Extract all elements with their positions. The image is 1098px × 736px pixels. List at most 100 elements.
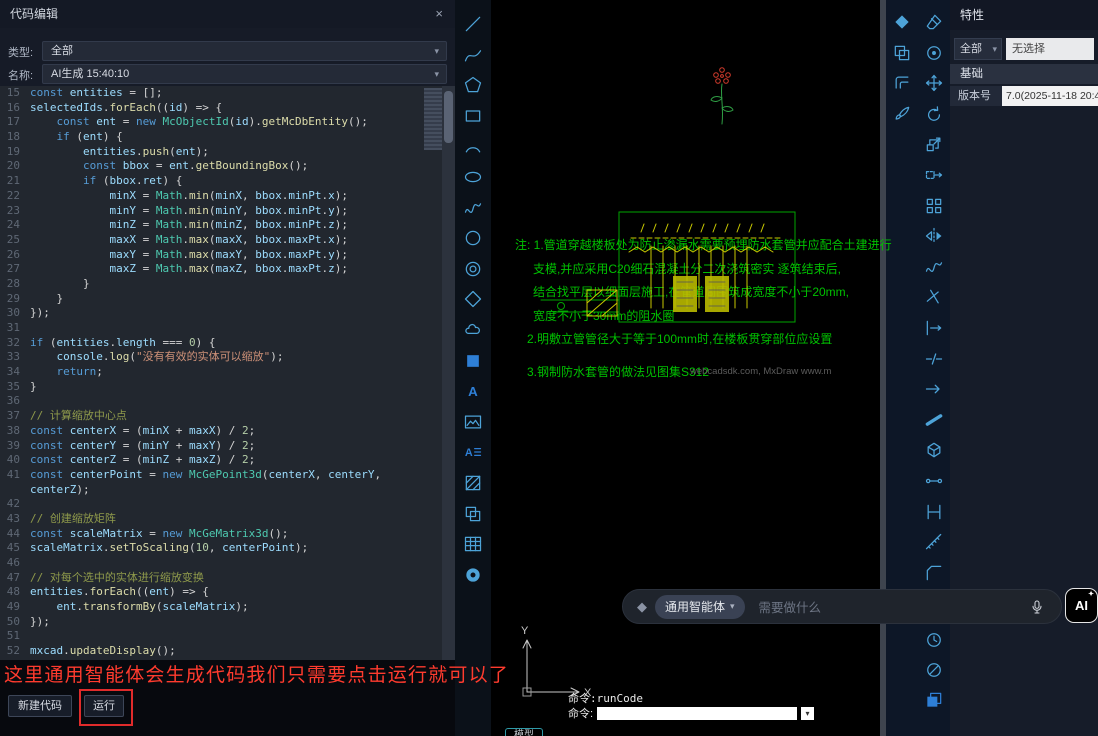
rectangle-tool[interactable] bbox=[463, 106, 483, 126]
circle-tool[interactable] bbox=[463, 228, 483, 248]
region-tool[interactable] bbox=[463, 504, 483, 524]
selection-status-field[interactable]: 无选择 bbox=[1006, 38, 1094, 60]
time-tool[interactable] bbox=[924, 630, 944, 650]
props-section-basic[interactable]: 基础 bbox=[950, 64, 1098, 84]
code-line: 41const centerPoint = new McGePoint3d(ce… bbox=[0, 468, 455, 483]
spline-edit-tool[interactable] bbox=[924, 257, 944, 277]
code-line: 45scaleMatrix.setToScaling(10, centerPoi… bbox=[0, 541, 455, 556]
code-line: 26 maxY = Math.max(maxY, bbox.maxPt.y); bbox=[0, 248, 455, 263]
code-line: 33 console.log("没有有效的实体可以缩放"); bbox=[0, 350, 455, 365]
line-tool[interactable] bbox=[463, 14, 483, 34]
props-row-value[interactable]: 7.0(2025-11-18 20:48 bbox=[1002, 86, 1098, 106]
type-select-value: 全部 bbox=[51, 45, 73, 57]
code-line: 35} bbox=[0, 380, 455, 395]
rotate-tool[interactable] bbox=[924, 104, 944, 124]
align-tool[interactable] bbox=[924, 379, 944, 399]
command-input[interactable] bbox=[597, 707, 797, 720]
code-line: 34 return; bbox=[0, 365, 455, 380]
pline-width-tool[interactable] bbox=[924, 410, 944, 430]
code-line: 16selectedIds.forEach((id) => { bbox=[0, 101, 455, 116]
svg-text:A: A bbox=[468, 384, 478, 399]
wipeout-tool[interactable] bbox=[463, 351, 483, 371]
sparkle-icon: ✦ bbox=[1088, 590, 1094, 598]
trim-tool[interactable] bbox=[924, 287, 944, 307]
code-lines: 15const entities = [];16selectedIds.forE… bbox=[0, 86, 455, 659]
chevron-down-icon: ▾ bbox=[434, 42, 439, 60]
measure-tool[interactable] bbox=[924, 532, 944, 552]
image-tool[interactable] bbox=[463, 412, 483, 432]
cad-canvas[interactable]: 注: 1.管道穿越楼板处为防止渗漏水需要预埋防水套管并应配合土建进行支模,并应采… bbox=[491, 0, 880, 736]
draw-toolbar: AA bbox=[455, 0, 491, 736]
code-line: 29 } bbox=[0, 292, 455, 307]
name-select-value: AI生成 15:40:10 bbox=[51, 68, 129, 80]
new-code-button[interactable]: 新建代码 bbox=[8, 695, 72, 717]
ai-input-bar[interactable]: ◆ 通用智能体 ▾ 需要做什么 bbox=[622, 589, 1062, 624]
svg-text:A: A bbox=[465, 447, 473, 459]
chevron-down-icon: ▾ bbox=[434, 65, 439, 83]
extend-tool[interactable] bbox=[924, 318, 944, 338]
lengthen-tool[interactable] bbox=[924, 502, 944, 522]
arc-tool[interactable] bbox=[463, 136, 483, 156]
draworder-tool[interactable] bbox=[892, 12, 912, 32]
code-editor[interactable]: 15const entities = [];16selectedIds.forE… bbox=[0, 86, 455, 660]
offset-tool[interactable] bbox=[892, 73, 912, 93]
angle-tool[interactable] bbox=[924, 660, 944, 680]
layer-tool[interactable] bbox=[924, 690, 944, 710]
props-row-version: 版本号 7.0(2025-11-18 20:48 bbox=[950, 86, 1098, 106]
agent-selector-label: 通用智能体 bbox=[665, 598, 725, 615]
code-line: 39const centerY = (minY + maxY) / 2; bbox=[0, 439, 455, 454]
microphone-icon[interactable] bbox=[1029, 599, 1045, 615]
props-filter-value: 全部 bbox=[960, 43, 982, 55]
hatch-tool[interactable] bbox=[463, 473, 483, 493]
name-select[interactable]: AI生成 15:40:10 ▾ bbox=[42, 64, 447, 84]
solid-donut-tool[interactable] bbox=[463, 565, 483, 585]
ai-diamond-icon: ◆ bbox=[637, 599, 647, 615]
chamfer-tool[interactable] bbox=[924, 563, 944, 583]
matchprop-tool[interactable] bbox=[892, 104, 912, 124]
code-line: centerZ); bbox=[0, 483, 455, 498]
code-line: 24 minZ = Math.min(minZ, bbox.minPt.z); bbox=[0, 218, 455, 233]
command-history-dropdown-icon[interactable]: ▾ bbox=[801, 707, 814, 720]
erase-tool[interactable] bbox=[924, 12, 944, 32]
table-tool[interactable] bbox=[463, 534, 483, 554]
point-tool[interactable] bbox=[924, 43, 944, 63]
agent-selector[interactable]: 通用智能体 ▾ bbox=[655, 595, 745, 619]
mtext-tool[interactable]: A bbox=[463, 442, 483, 462]
run-button-highlight-box bbox=[79, 689, 133, 726]
copy-tool[interactable] bbox=[892, 43, 912, 63]
props-filter-select[interactable]: 全部 ▾ bbox=[954, 38, 1002, 60]
join-tool[interactable] bbox=[924, 471, 944, 491]
ai-badge-label: AI bbox=[1075, 598, 1088, 613]
editor-scrollbar-thumb[interactable] bbox=[444, 91, 453, 143]
ellipse-tool[interactable] bbox=[463, 167, 483, 187]
code-line: 51 bbox=[0, 629, 455, 644]
scale-tool[interactable] bbox=[924, 134, 944, 154]
polygon-tool[interactable] bbox=[463, 75, 483, 95]
type-select[interactable]: 全部 ▾ bbox=[42, 41, 447, 61]
drawing-note: 注: 1.管道穿越楼板处为防止渗漏水需要预埋防水套管并应配合土建进行 bbox=[515, 234, 877, 258]
drawing-note: 结合找平层以细面层施工,在管道周围筑成宽度不小于20mm, bbox=[533, 281, 877, 305]
close-icon[interactable]: × bbox=[435, 0, 443, 28]
polyline-tool[interactable] bbox=[463, 45, 483, 65]
explode-tool[interactable] bbox=[924, 440, 944, 460]
model-tab[interactable]: 模型 bbox=[505, 728, 543, 736]
donut-tool[interactable] bbox=[463, 259, 483, 279]
text-tool[interactable]: A bbox=[463, 381, 483, 401]
code-line: 17 const ent = new McObjectId(id).getMcD… bbox=[0, 115, 455, 130]
mirror-tool[interactable] bbox=[924, 226, 944, 246]
code-line: 43// 创建缩放矩阵 bbox=[0, 512, 455, 527]
properties-title: 特性 bbox=[950, 0, 1098, 30]
move-tool[interactable] bbox=[924, 73, 944, 93]
editor-scrollbar[interactable] bbox=[442, 86, 455, 660]
code-line: 21 if (bbox.ret) { bbox=[0, 174, 455, 189]
code-line: 27 maxZ = Math.max(maxZ, bbox.maxPt.z); bbox=[0, 262, 455, 277]
break-tool[interactable] bbox=[924, 349, 944, 369]
code-line: 19 entities.push(ent); bbox=[0, 145, 455, 160]
rotated-rect-tool[interactable] bbox=[463, 289, 483, 309]
spline-tool[interactable] bbox=[463, 198, 483, 218]
ai-assistant-button[interactable]: AI ✦ bbox=[1065, 588, 1098, 623]
revision-cloud-tool[interactable] bbox=[463, 320, 483, 340]
code-line: 32if (entities.length === 0) { bbox=[0, 336, 455, 351]
stretch-tool[interactable] bbox=[924, 165, 944, 185]
array-tool[interactable] bbox=[924, 196, 944, 216]
